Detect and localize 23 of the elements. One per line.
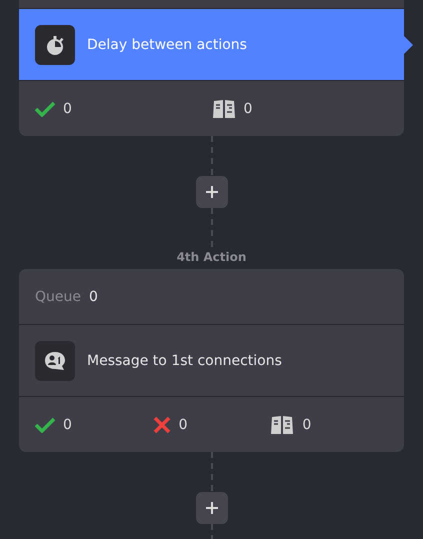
plus-icon xyxy=(206,502,218,514)
book-icon xyxy=(212,98,236,118)
action-step-label: 4th Action xyxy=(176,250,246,264)
plus-icon xyxy=(206,186,218,198)
pointer-icon xyxy=(404,36,413,54)
queue-label: Queue xyxy=(35,288,81,304)
add-action-button[interactable] xyxy=(196,176,228,208)
action-row[interactable]: Message to 1st connections xyxy=(19,325,404,397)
checkmark-icon xyxy=(35,100,55,116)
chat-person-icon xyxy=(35,340,75,380)
add-action-button[interactable] xyxy=(196,492,228,524)
book-icon xyxy=(270,414,294,434)
cross-icon xyxy=(152,416,171,434)
stopwatch-icon xyxy=(35,24,75,64)
stat-count: 0 xyxy=(244,100,252,116)
stat-count: 0 xyxy=(63,416,72,432)
checkmark-icon xyxy=(35,416,55,432)
stat-count: 0 xyxy=(302,416,312,432)
action-title: Delay between actions xyxy=(87,36,247,52)
stat-count: 0 xyxy=(178,416,188,432)
action-title: Message to 1st connections xyxy=(87,352,282,368)
queue-count: 0 xyxy=(89,288,98,304)
stat-count: 0 xyxy=(63,100,72,116)
